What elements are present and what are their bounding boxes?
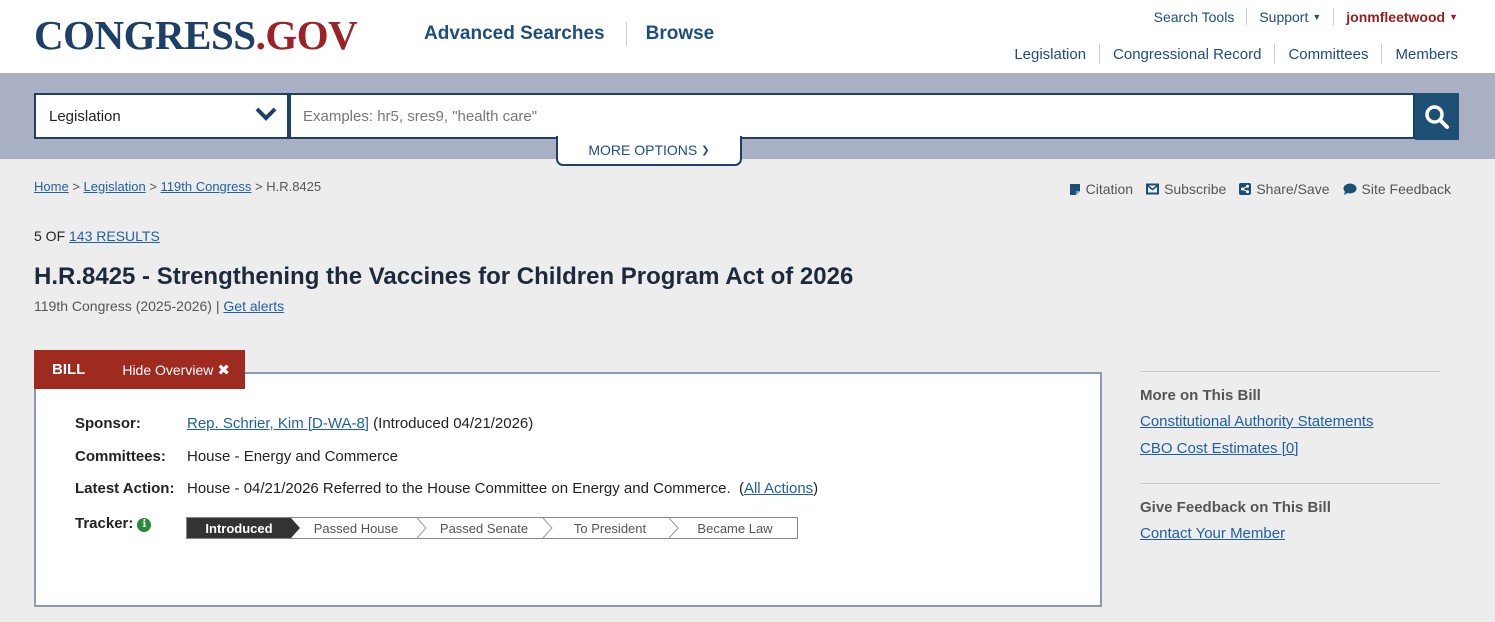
cbo-cost-estimates-link[interactable]: CBO Cost Estimates [0]	[1140, 440, 1298, 457]
tracker-label-wrap: Tracker: i	[75, 515, 152, 532]
citation-label: Citation	[1085, 181, 1134, 197]
caret-down-icon: ▼	[1449, 11, 1458, 22]
site-feedback-button[interactable]: Site Feedback	[1343, 181, 1452, 197]
citation-button[interactable]: Citation	[1069, 181, 1133, 197]
sponsor-link[interactable]: Rep. Schrier, Kim [D-WA-8]	[187, 415, 369, 432]
search-input[interactable]	[289, 93, 1415, 139]
breadcrumb-current: H.R.8425	[266, 179, 322, 194]
page-tools: Citation Subscribe Share/Save Site Feedb…	[1056, 181, 1451, 197]
constitutional-authority-link[interactable]: Constitutional Authority Statements	[1140, 413, 1373, 430]
nav-divider	[1099, 44, 1101, 64]
breadcrumb-home[interactable]: Home	[34, 179, 69, 194]
site-logo[interactable]: CONGRESS.GOV	[34, 12, 358, 58]
breadcrumb-separator: >	[72, 179, 80, 194]
breadcrumb-separator: >	[149, 179, 157, 194]
collection-select[interactable]: Legislation	[34, 93, 289, 139]
sponsor-label: Sponsor:	[75, 415, 141, 432]
nav-congressional-record[interactable]: Congressional Record	[1113, 46, 1261, 63]
bill-tab: BILL Hide Overview ✖	[34, 350, 245, 389]
nav-legislation[interactable]: Legislation	[1014, 46, 1086, 63]
logo-gov: .GOV	[255, 12, 358, 58]
username: jonmfleetwood	[1346, 8, 1446, 25]
chevron-down-icon: ❯	[701, 144, 710, 156]
committees-value: House - Energy and Commerce	[187, 448, 398, 465]
results-counter: 5 OF 143 RESULTS	[34, 228, 160, 244]
caret-down-icon: ▼	[1312, 11, 1322, 22]
utility-nav: Search Tools Support ▼ jonmfleetwood ▼	[1154, 8, 1458, 25]
bill-overview: Sponsor: Rep. Schrier, Kim [D-WA-8] (Int…	[34, 372, 1102, 607]
site-header: CONGRESS.GOV Advanced Searches Browse Se…	[0, 0, 1495, 73]
tracker-label: Tracker:	[75, 515, 134, 532]
hide-overview-button[interactable]: Hide Overview ✖	[122, 361, 230, 379]
search-tools-link[interactable]: Search Tools	[1154, 9, 1235, 25]
search-band: Legislation MORE OPTIONS❯	[0, 73, 1495, 166]
congress-subtitle: 119th Congress (2025-2026) | Get alerts	[34, 298, 285, 314]
utility-divider	[1333, 8, 1335, 25]
support-label: Support	[1259, 8, 1309, 25]
page-title: H.R.8425 - Strengthening the Vaccines fo…	[34, 263, 854, 290]
all-actions-link[interactable]: All Actions	[744, 480, 813, 497]
support-menu[interactable]: Support ▼	[1259, 9, 1321, 25]
sponsor-value: Rep. Schrier, Kim [D-WA-8] (Introduced 0…	[187, 415, 533, 432]
latest-action-text: House - 04/21/2026 Referred to the House…	[187, 480, 731, 497]
envelope-icon	[1146, 183, 1160, 195]
committees-label: Committees:	[75, 448, 166, 465]
hide-overview-label: Hide Overview	[122, 361, 214, 378]
search-icon	[1425, 104, 1449, 129]
search-button[interactable]	[1415, 93, 1459, 140]
contact-member-link[interactable]: Contact Your Member	[1140, 525, 1285, 542]
latest-action-label: Latest Action:	[75, 480, 175, 497]
breadcrumb-separator: >	[254, 179, 263, 194]
breadcrumb-congress[interactable]: 119th Congress	[161, 179, 252, 194]
chevron-down-icon	[255, 107, 277, 121]
subscribe-label: Subscribe	[1164, 181, 1227, 197]
more-on-bill-heading: More on This Bill	[1140, 387, 1261, 404]
more-options-toggle[interactable]: MORE OPTIONS ❯	[556, 136, 742, 166]
main-nav: Advanced Searches Browse	[424, 22, 714, 46]
give-feedback-heading: Give Feedback on This Bill	[1140, 499, 1331, 516]
latest-action-value: House - 04/21/2026 Referred to the House…	[187, 480, 819, 497]
more-options-label: MORE OPTIONS	[588, 142, 698, 158]
nav-divider	[625, 22, 627, 46]
logo-congress: CONGRESS	[34, 12, 256, 58]
congress-session: 119th Congress (2025-2026)	[34, 298, 212, 314]
subscribe-button[interactable]: Subscribe	[1146, 181, 1226, 197]
share-label: Share/Save	[1256, 181, 1330, 197]
share-icon	[1239, 183, 1252, 195]
info-icon[interactable]: i	[137, 518, 152, 532]
citation-icon	[1069, 183, 1080, 195]
browse-link[interactable]: Browse	[646, 23, 715, 45]
breadcrumb: Home > Legislation > 119th Congress > H.…	[34, 179, 321, 194]
results-prefix: 5 OF	[34, 228, 66, 244]
results-link[interactable]: 143 RESULTS	[69, 228, 160, 244]
get-alerts-link[interactable]: Get alerts	[223, 298, 284, 314]
advanced-searches-link[interactable]: Advanced Searches	[424, 23, 605, 45]
introduced-date: (Introduced 04/21/2026)	[373, 415, 534, 432]
nav-committees[interactable]: Committees	[1288, 46, 1368, 63]
collection-select-value: Legislation	[49, 107, 121, 125]
close-icon: ✖	[217, 361, 230, 379]
secondary-nav: Legislation Congressional Record Committ…	[1014, 44, 1458, 64]
utility-divider	[1246, 8, 1248, 25]
bill-tracker: Introduced Passed House Passed Senate To…	[186, 517, 798, 539]
nav-members[interactable]: Members	[1395, 46, 1458, 63]
site-feedback-label: Site Feedback	[1361, 181, 1452, 197]
nav-divider	[1274, 44, 1276, 64]
bill-tab-label: BILL	[52, 361, 86, 378]
sidebar-divider	[1140, 371, 1440, 372]
user-menu[interactable]: jonmfleetwood ▼	[1346, 9, 1458, 25]
sidebar-divider	[1140, 483, 1440, 484]
share-button[interactable]: Share/Save	[1239, 181, 1330, 197]
breadcrumb-legislation[interactable]: Legislation	[84, 179, 146, 194]
tracker-arrows	[291, 518, 679, 539]
nav-divider	[1381, 44, 1383, 64]
comment-icon	[1343, 183, 1356, 195]
